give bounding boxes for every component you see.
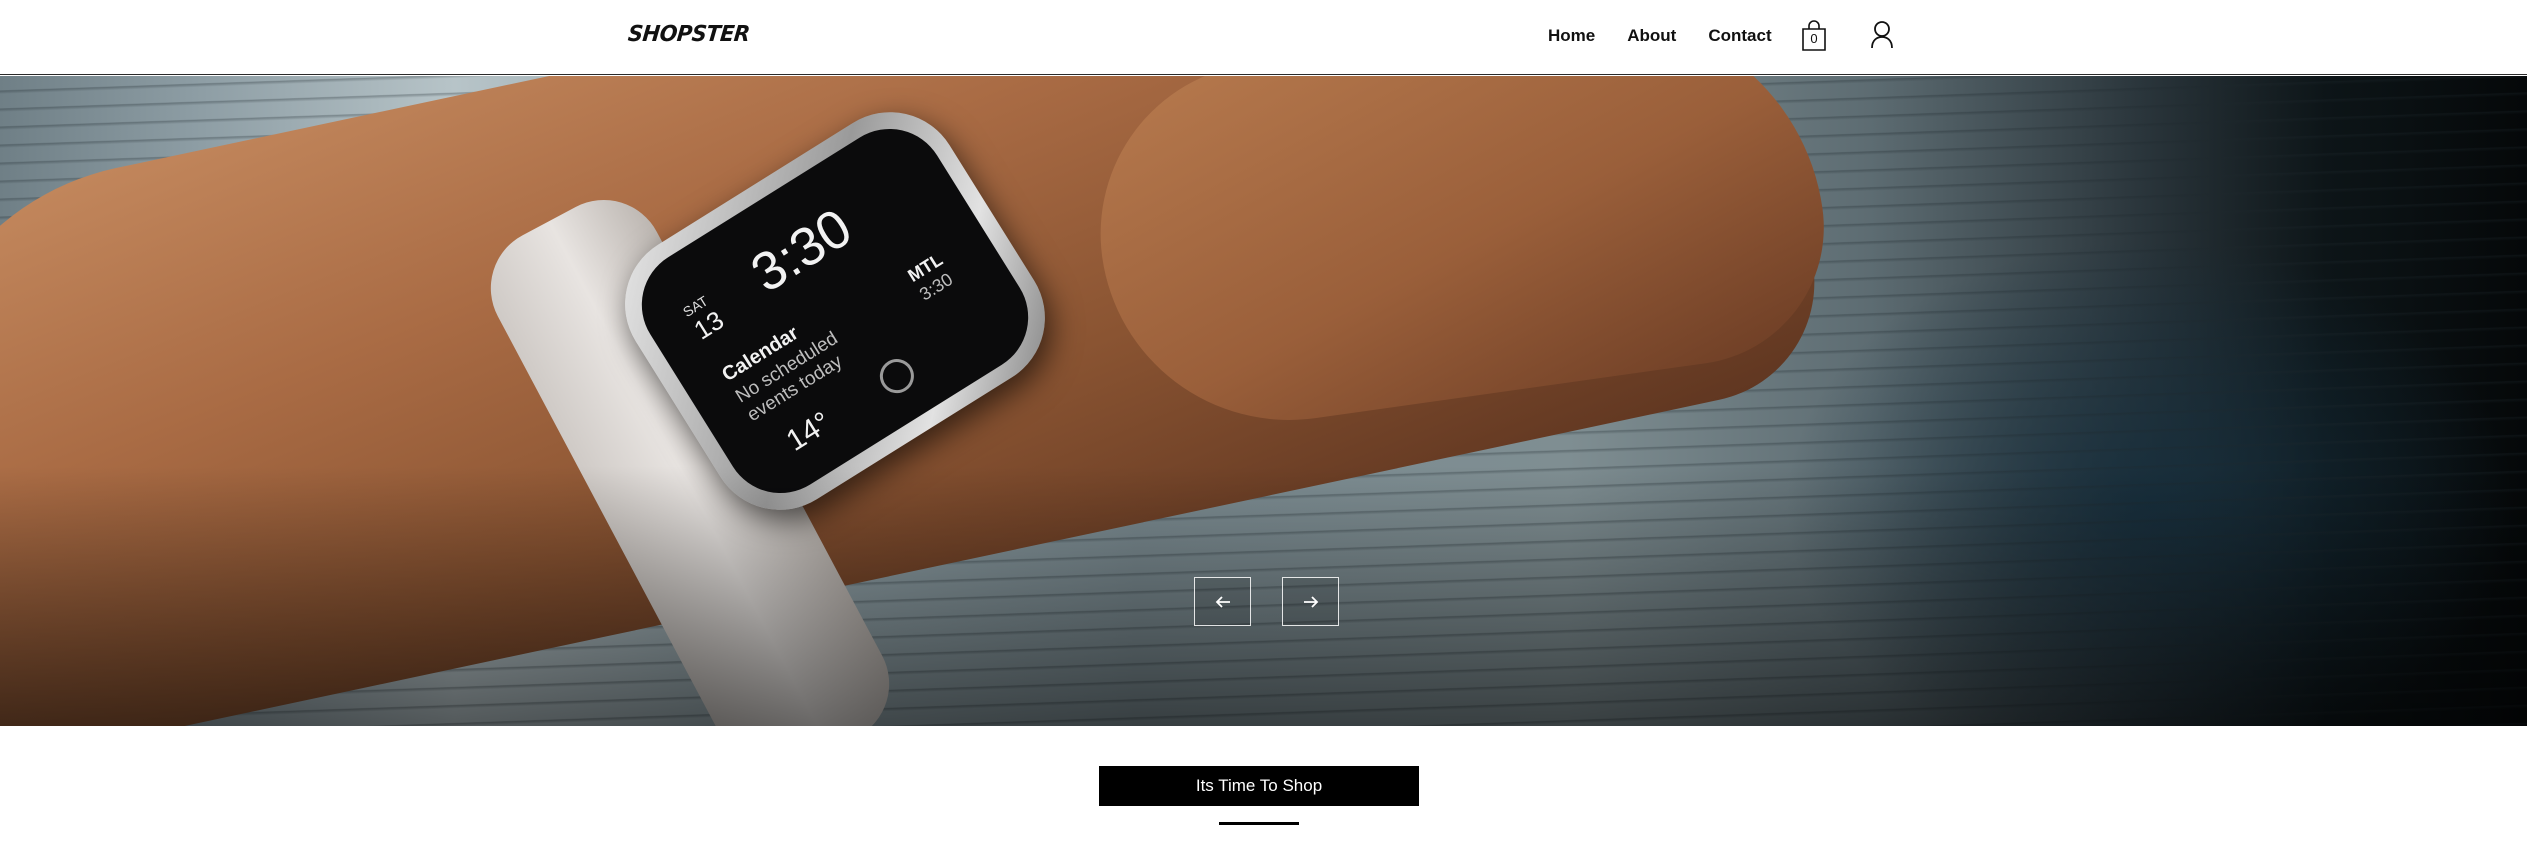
watch-activity-ring-icon: [873, 352, 921, 400]
next-slide-button[interactable]: [1282, 577, 1339, 626]
main-nav: Home About Contact: [1548, 26, 1772, 46]
logo[interactable]: SHOPSTER: [627, 22, 751, 47]
arrow-left-icon: [1215, 595, 1230, 608]
cta-divider: [1219, 822, 1299, 825]
user-icon: [1871, 21, 1893, 49]
nav-home-link[interactable]: Home: [1548, 26, 1595, 46]
watch-time: 3:30: [740, 197, 862, 304]
site-header: SHOPSTER Home About Contact 0: [0, 0, 2527, 75]
user-account-button[interactable]: [1869, 20, 1895, 50]
cart-count: 0: [1810, 31, 1818, 46]
watch-temperature: 14°: [780, 405, 837, 458]
nav-about-link[interactable]: About: [1627, 26, 1676, 46]
arrow-right-icon: [1303, 595, 1318, 608]
hero-shadow-overlay: [0, 466, 2527, 726]
nav-contact-link[interactable]: Contact: [1708, 26, 1771, 46]
previous-slide-button[interactable]: [1194, 577, 1251, 626]
shop-now-button[interactable]: Its Time To Shop: [1099, 766, 1419, 806]
cart-button[interactable]: 0: [1801, 20, 1827, 52]
hero-slideshow: SAT 13 3:30 Calendar No scheduled events…: [0, 76, 2527, 726]
